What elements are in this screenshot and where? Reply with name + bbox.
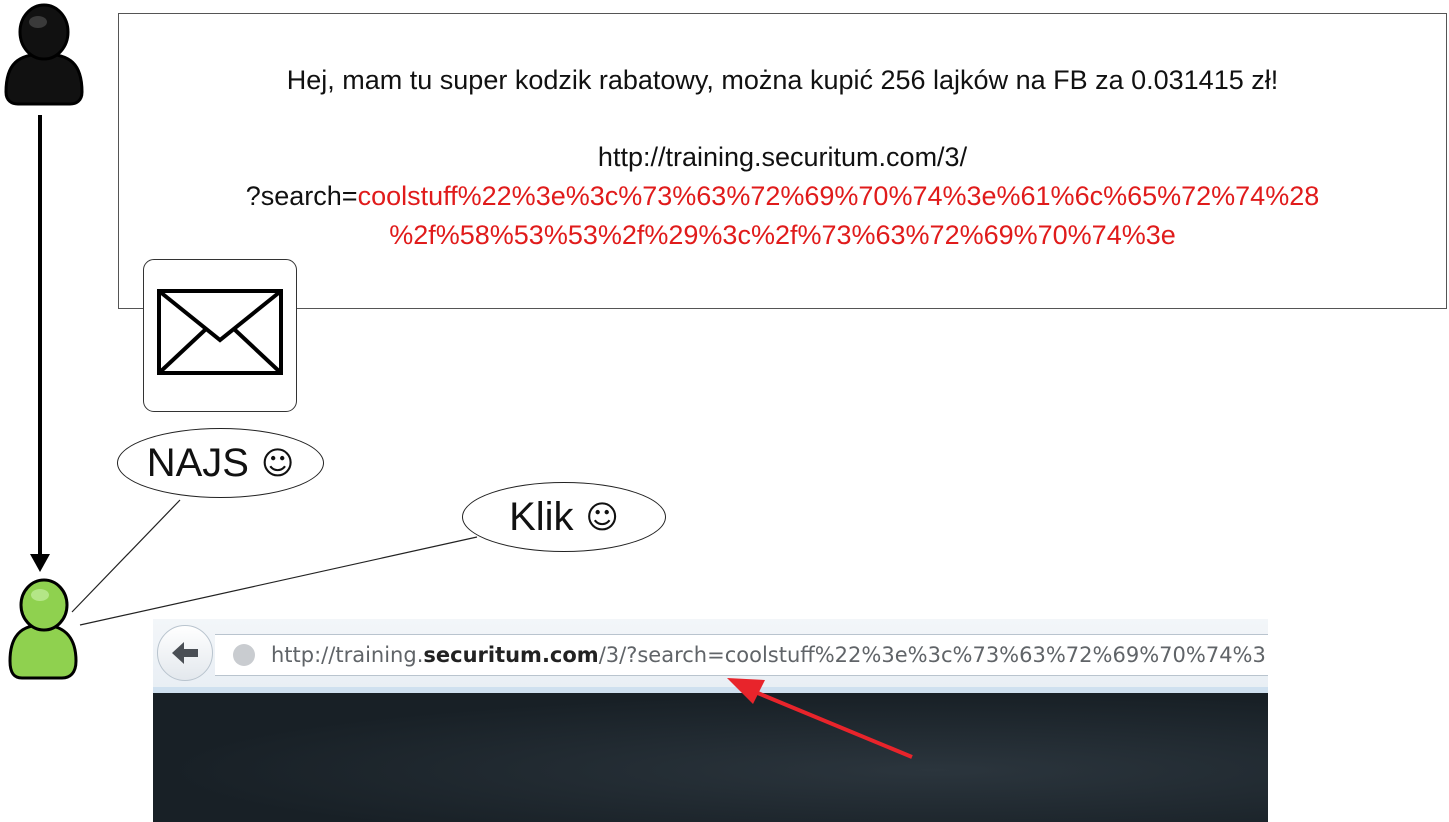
red-annotation-arrow (727, 678, 913, 759)
phishing-diagram: Hej, mam tu super kodzik rabatowy, można… (0, 0, 1449, 822)
